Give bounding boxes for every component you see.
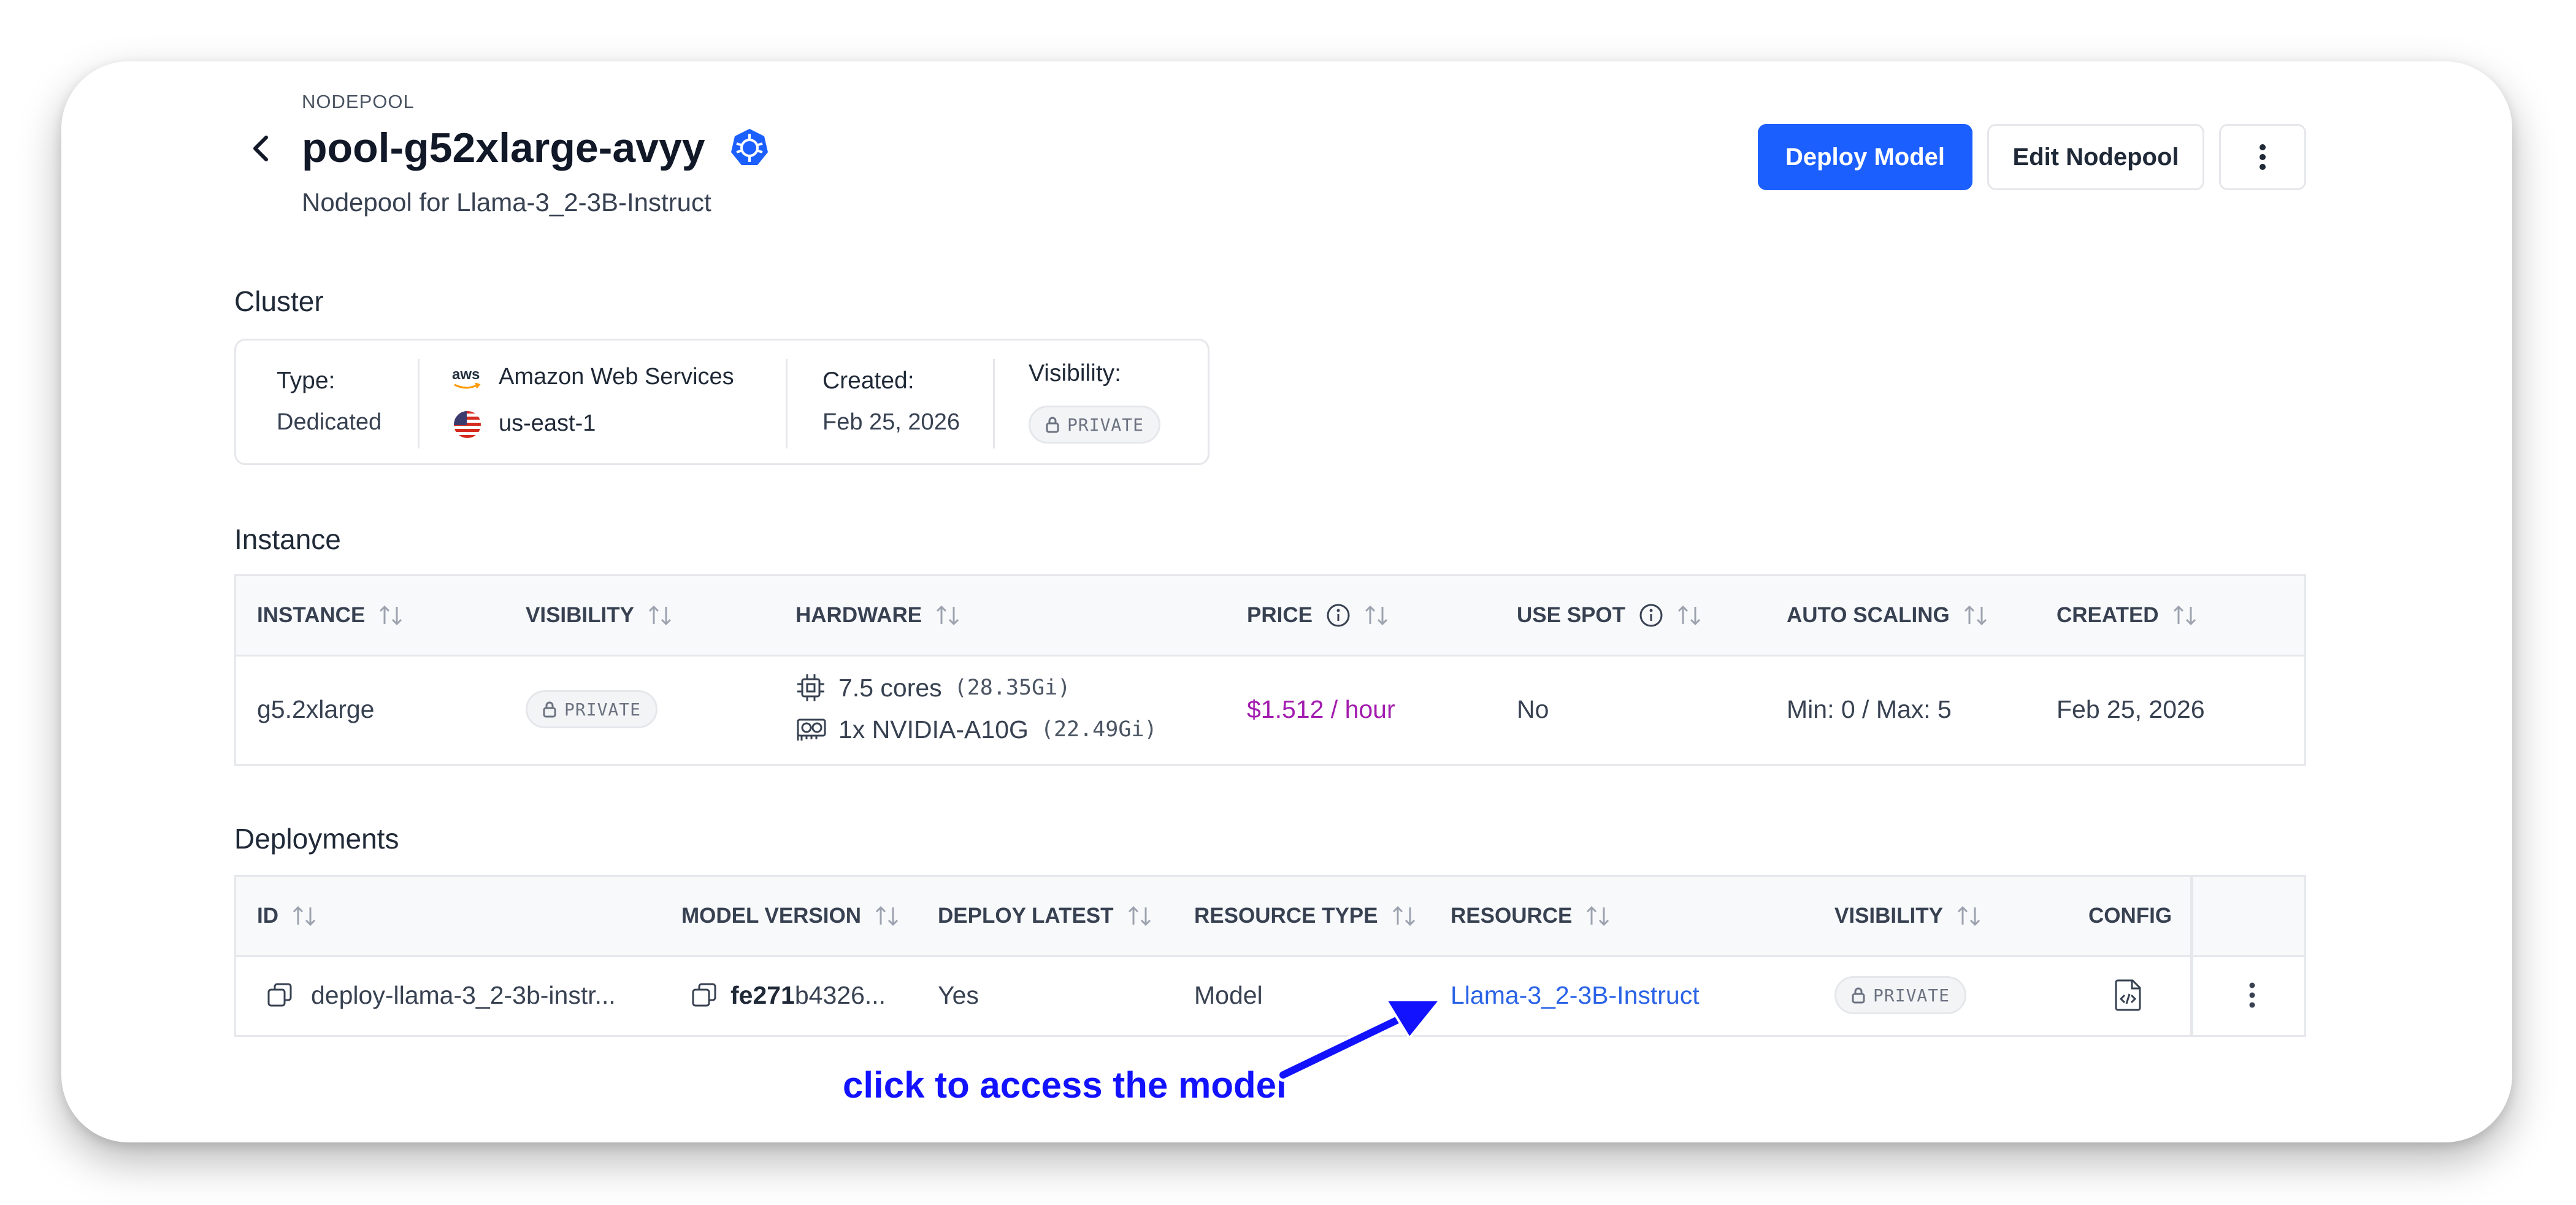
- instance-table: INSTANCE VISIBILITY HARDWARE PRICE USE S…: [234, 574, 2306, 766]
- visibility-badge: PRIVATE: [526, 690, 658, 728]
- gpu-icon: [797, 718, 826, 741]
- column-header-id[interactable]: ID: [257, 877, 316, 955]
- column-header-price[interactable]: PRICE: [1247, 576, 1389, 655]
- sort-icon[interactable]: [2172, 604, 2197, 626]
- deployments-section-title: Deployments: [234, 823, 399, 855]
- cluster-visibility-label: Visibility:: [1029, 360, 1121, 387]
- kubernetes-badge-icon: [731, 129, 768, 165]
- cluster-type-label: Type:: [277, 368, 335, 394]
- column-header-visibility[interactable]: VISIBILITY: [526, 576, 672, 655]
- column-header-visibility[interactable]: VISIBILITY: [1834, 877, 1981, 955]
- instance-visibility-cell: PRIVATE: [526, 655, 658, 764]
- column-header-use-spot[interactable]: USE SPOT: [1517, 576, 1701, 655]
- column-header-model-version[interactable]: MODEL VERSION: [681, 877, 899, 955]
- instance-created: Feb 25, 2026: [2057, 695, 2205, 723]
- deploy-latest: Yes: [938, 980, 979, 1009]
- instance-use-spot: No: [1517, 695, 1549, 723]
- cluster-region: us-east-1: [499, 410, 596, 436]
- back-arrow-icon[interactable]: [248, 130, 275, 167]
- lock-icon: [1046, 417, 1059, 433]
- cluster-provider: Amazon Web Services: [499, 364, 734, 390]
- row-actions-button[interactable]: [2248, 955, 2256, 1035]
- cluster-type-value: Dedicated: [277, 409, 382, 435]
- config-file-icon[interactable]: [2113, 979, 2144, 1012]
- sort-icon[interactable]: [292, 905, 316, 927]
- annotation-callout: click to access the model: [843, 1064, 1287, 1106]
- column-header-deploy-latest[interactable]: DEPLOY LATEST: [938, 877, 1152, 955]
- deployment-id: deploy-llama-3_2-3b-instr...: [311, 980, 616, 1009]
- sort-icon[interactable]: [1963, 604, 1988, 626]
- deployments-table-header: ID MODEL VERSION DEPLOY LATEST RESOURCE …: [236, 877, 2304, 957]
- cluster-created-value: Feb 25, 2026: [822, 409, 960, 435]
- hardware-gpu: 1x NVIDIA-A10G (22.49Gi): [795, 710, 1157, 749]
- resource-link[interactable]: Llama-3_2-3B-Instruct: [1451, 955, 1700, 1035]
- column-header-resource[interactable]: RESOURCE: [1451, 877, 1610, 955]
- deployment-visibility-cell: PRIVATE: [1834, 955, 1967, 1035]
- sort-icon[interactable]: [648, 604, 672, 626]
- column-header-created[interactable]: CREATED: [2057, 576, 2197, 655]
- page-title: pool-g52xlarge-avyy: [302, 125, 705, 171]
- lock-icon: [1852, 987, 1865, 1004]
- divider: [993, 359, 995, 449]
- info-icon[interactable]: [1326, 603, 1351, 628]
- kebab-menu-icon: [2249, 982, 2255, 1008]
- sort-icon[interactable]: [1957, 905, 1981, 927]
- more-actions-button[interactable]: [2219, 124, 2306, 190]
- edit-nodepool-button[interactable]: Edit Nodepool: [1987, 124, 2204, 190]
- annotation-arrow-icon: [1276, 999, 1443, 1082]
- instance-auto-scaling: Min: 0 / Max: 5: [1787, 695, 1952, 723]
- hardware-cpu: 7.5 cores (28.35Gi): [795, 668, 1070, 707]
- sort-icon[interactable]: [378, 604, 403, 626]
- table-row[interactable]: g5.2xlarge PRIVATE 7.5 cores (28.35Gi) 1…: [236, 655, 2304, 764]
- deployment-id-cell: deploy-llama-3_2-3b-instr...: [267, 955, 616, 1035]
- column-header-hardware[interactable]: HARDWARE: [795, 576, 960, 655]
- sort-icon[interactable]: [935, 604, 960, 626]
- config-cell: [2113, 955, 2144, 1035]
- cpu-icon: [797, 674, 824, 701]
- sort-icon[interactable]: [1127, 905, 1152, 927]
- us-flag-icon: [454, 411, 481, 438]
- page-subtitle: Nodepool for Llama-3_2-3B-Instruct: [302, 188, 711, 217]
- cluster-info-box: Type: Dedicated aws Amazon Web Services …: [234, 339, 1209, 465]
- info-icon[interactable]: [1639, 603, 1663, 628]
- copy-icon[interactable]: [691, 982, 717, 1008]
- sort-icon[interactable]: [1677, 604, 1701, 626]
- resource-type: Model: [1194, 980, 1263, 1009]
- divider: [786, 359, 788, 449]
- lock-icon: [543, 701, 556, 718]
- sort-icon[interactable]: [875, 905, 899, 927]
- sort-icon[interactable]: [1585, 905, 1610, 927]
- deploy-model-button[interactable]: Deploy Model: [1758, 124, 1972, 190]
- page-eyebrow: NODEPOOL: [302, 91, 415, 112]
- model-version-cell: fe271b4326...: [691, 955, 886, 1035]
- sort-icon[interactable]: [1392, 905, 1416, 927]
- instance-section-title: Instance: [234, 523, 341, 555]
- aws-logo-icon: aws: [452, 368, 481, 392]
- visibility-badge: PRIVATE: [1834, 976, 1967, 1014]
- column-header-auto-scaling[interactable]: AUTO SCALING: [1787, 576, 1988, 655]
- cluster-visibility-badge: PRIVATE: [1029, 406, 1161, 444]
- kebab-menu-icon: [2260, 144, 2266, 170]
- instance-table-header: INSTANCE VISIBILITY HARDWARE PRICE USE S…: [236, 576, 2304, 656]
- model-version: fe271b4326...: [730, 980, 886, 1009]
- instance-name: g5.2xlarge: [257, 695, 375, 723]
- sort-icon[interactable]: [1364, 604, 1389, 626]
- column-header-instance[interactable]: INSTANCE: [257, 576, 403, 655]
- cluster-created-label: Created:: [822, 368, 914, 394]
- divider: [418, 359, 420, 449]
- instance-price: $1.512 / hour: [1247, 695, 1395, 723]
- copy-icon[interactable]: [267, 982, 293, 1008]
- column-header-resource-type[interactable]: RESOURCE TYPE: [1194, 877, 1416, 955]
- column-header-config: CONFIG: [2088, 904, 2172, 928]
- cluster-section-title: Cluster: [234, 285, 324, 317]
